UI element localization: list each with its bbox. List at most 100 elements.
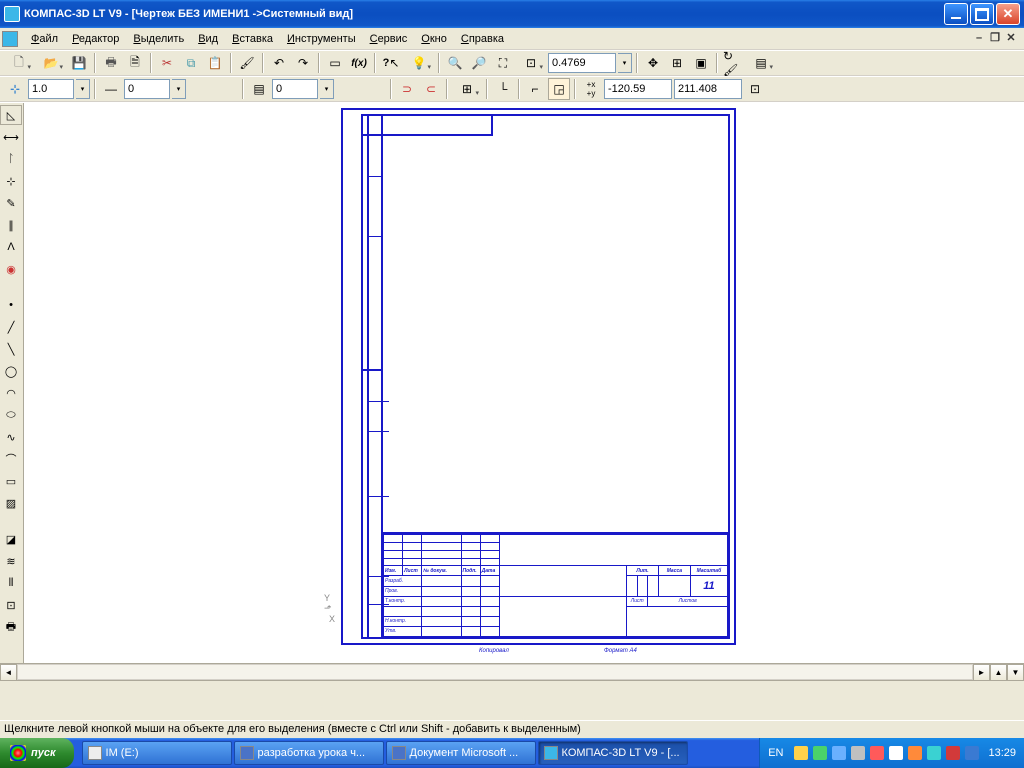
layers-icon[interactable]: ▤ [746,52,776,74]
menu-service[interactable]: Сервис [363,30,415,48]
help-cursor-icon[interactable]: ?↖ [380,52,402,74]
scale-input[interactable] [28,79,74,99]
menu-select[interactable]: Выделить [126,30,191,48]
dim-icon[interactable]: ⟷ [0,127,22,147]
mdi-restore[interactable]: ❐ [988,33,1002,45]
tray-icon[interactable] [889,746,903,760]
task-item[interactable]: IM (E:) [82,741,232,765]
aux-line-icon[interactable]: ╱ [0,317,22,337]
snap-icon[interactable]: ⊹ [4,78,26,100]
coord-btn-icon[interactable]: ⊡ [744,78,766,100]
menu-editor[interactable]: Редактор [65,30,126,48]
start-button[interactable]: пуск [0,738,74,768]
tray-icon[interactable] [946,746,960,760]
menu-view[interactable]: Вид [191,30,225,48]
redo-icon[interactable]: ↷ [292,52,314,74]
ortho-icon[interactable]: └ [492,78,514,100]
scroll-up-icon[interactable]: ▲ [990,664,1007,681]
fit-all-icon[interactable]: ▣ [690,52,712,74]
tray-icon[interactable] [908,746,922,760]
task-item[interactable]: разработка урока ч... [234,741,384,765]
menu-help[interactable]: Справка [454,30,511,48]
zoom-in-icon[interactable]: 🔍 [444,52,466,74]
menu-insert[interactable]: Вставка [225,30,280,48]
print2-icon[interactable]: 🖶 [0,617,22,637]
ellipse-icon[interactable]: ⬭ [0,405,22,425]
spline-icon[interactable]: ∿ [0,427,22,447]
variables-icon[interactable]: ▭ [324,52,346,74]
redraw-icon[interactable]: ↻🖌 [722,52,744,74]
paste-icon[interactable]: 📋 [204,52,226,74]
tray-icon[interactable] [794,746,808,760]
fillet-icon[interactable]: ⌒ [0,449,22,469]
tray-icon[interactable] [927,746,941,760]
tray-icon[interactable] [851,746,865,760]
grid-icon[interactable]: ⊞ [452,78,482,100]
style-input[interactable] [124,79,170,99]
symbols-icon[interactable]: ᛚ [0,149,22,169]
magnet-icon[interactable]: ⊃ [396,78,418,100]
maximize-button[interactable] [970,3,994,25]
scroll-down-icon[interactable]: ▼ [1007,664,1024,681]
mdi-minimize[interactable]: – [972,33,986,45]
zoom-scale-icon[interactable]: ⊡ [516,52,546,74]
properties-icon[interactable]: 🖌 [236,52,258,74]
pan-icon[interactable]: ✥ [642,52,664,74]
scroll-right-icon[interactable]: ► [973,664,990,681]
select-icon[interactable]: ◉ [0,259,22,279]
lang-indicator[interactable]: EN [768,747,783,759]
close-button[interactable] [996,3,1020,25]
tray-icon[interactable] [965,746,979,760]
lcs-icon[interactable]: ⌐ [524,78,546,100]
round-icon[interactable]: ◲ [548,78,570,100]
doc-icon[interactable] [2,31,18,47]
tray-icon[interactable] [870,746,884,760]
style-icon[interactable]: — [100,78,122,100]
save-icon[interactable]: 💾 [68,52,90,74]
copy-icon[interactable]: ⧉ [180,52,202,74]
break-icon[interactable]: ≋ [0,551,22,571]
segment-icon[interactable]: ╲ [0,339,22,359]
canvas[interactable]: Изм.Лист№ докум.Подп.Дата Лит. Масса Мас… [24,103,1024,663]
fx-icon[interactable]: f(x) [348,52,370,74]
mdi-close[interactable]: ✕ [1004,33,1018,45]
coord-x-input[interactable] [604,79,672,99]
zoom-out-icon[interactable]: 🔎 [468,52,490,74]
layer-icon[interactable]: ▤ [248,78,270,100]
magnet2-icon[interactable]: ⊂ [420,78,442,100]
open-icon[interactable]: 📂 [36,52,66,74]
coord-y-input[interactable] [674,79,742,99]
hatch-icon[interactable]: ▨ [0,493,22,513]
clock[interactable]: 13:29 [988,747,1016,759]
cut-icon[interactable]: ✂ [156,52,178,74]
zoom-window-icon[interactable]: ⛶ [492,52,514,74]
equidist-icon[interactable]: ⫴ [0,573,22,593]
param-icon[interactable]: ∥ [0,215,22,235]
tray-icon[interactable] [813,746,827,760]
minimize-button[interactable] [944,3,968,25]
coord-icon[interactable]: +x+y [580,78,602,100]
zoom-value-input[interactable] [548,53,616,73]
menu-file[interactable]: Файл [24,30,65,48]
menu-tools[interactable]: Инструменты [280,30,363,48]
assembly-icon[interactable]: ⊡ [0,595,22,615]
point-icon[interactable]: • [0,295,22,315]
zoom-dd[interactable] [618,53,632,73]
scroll-left-icon[interactable]: ◄ [0,664,17,681]
layer-input[interactable] [272,79,318,99]
fit-icon[interactable]: ⊞ [666,52,688,74]
measure-icon[interactable]: Λ [0,237,22,257]
preview-icon[interactable]: 🗎 [124,52,146,74]
geom-icon[interactable]: ◺ [0,105,22,125]
edit-icon[interactable]: ✎ [0,193,22,213]
h-scrollbar[interactable]: ◄ ► ▲ ▼ [0,663,1024,680]
text-icon[interactable]: ⊹ [0,171,22,191]
circle-icon[interactable]: ◯ [0,361,22,381]
arc-icon[interactable]: ◠ [0,383,22,403]
task-item[interactable]: КОМПАС-3D LT V9 - [... [538,741,688,765]
obj-icon[interactable]: ◪ [0,529,22,549]
rect-icon[interactable]: ▭ [0,471,22,491]
undo-icon[interactable]: ↶ [268,52,290,74]
task-item[interactable]: Документ Microsoft ... [386,741,536,765]
systray[interactable]: EN 13:29 [759,738,1024,768]
